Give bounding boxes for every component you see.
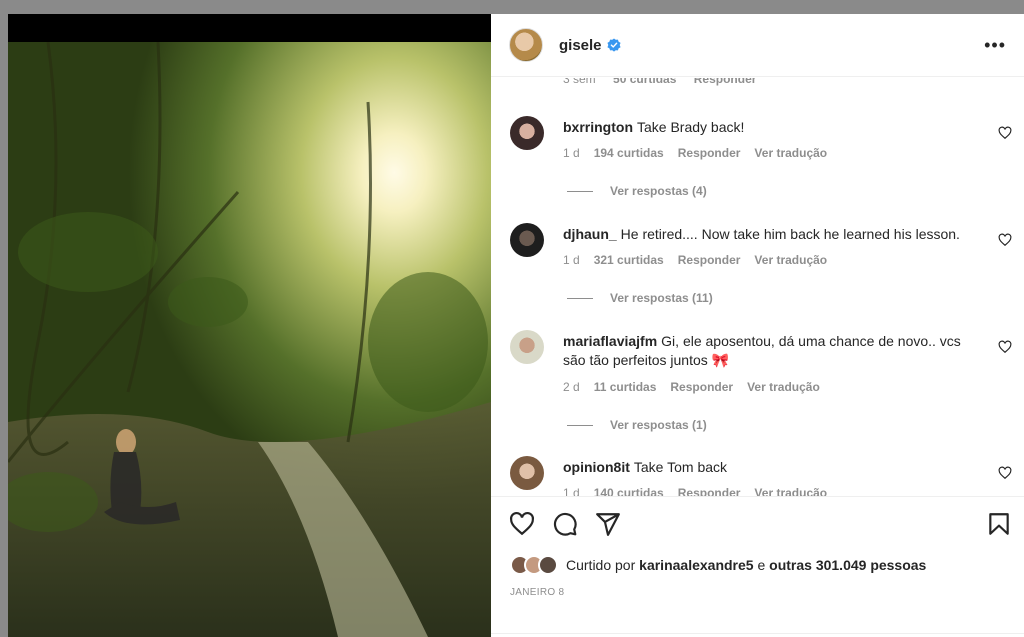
reply-button[interactable]: Responder [670,380,733,394]
comment-bubble-icon[interactable] [552,511,578,537]
browser-backdrop-top [0,0,1024,14]
comment-time: 2 d [563,380,580,394]
view-replies-button[interactable]: Ver respostas (11) [567,291,713,305]
likes-summary: Curtido por karinaalexandre5 e outras 30… [510,555,926,575]
translate-button[interactable]: Ver tradução [754,146,827,160]
commenter-avatar[interactable] [510,456,544,490]
likes-prefix: Curtido por [566,557,636,573]
reply-button[interactable]: Responder [678,146,741,160]
like-comment-heart-icon[interactable] [998,233,1012,247]
comments-list[interactable]: 3 sem 50 curtidas Responder bxrrington Ta… [491,78,1024,496]
liker-avatar [538,555,558,575]
bookmark-save-icon[interactable] [986,511,1012,537]
comment-text: Take Brady back! [637,119,745,135]
like-comment-heart-icon[interactable] [998,340,1012,354]
commenter-username[interactable]: bxrrington [563,119,633,135]
post-media[interactable] [8,14,491,637]
author-username[interactable]: gisele [559,37,602,54]
post-actions: Curtido por karinaalexandre5 e outras 30… [491,496,1024,637]
comment-time: 1 d [563,486,580,496]
comment-likes[interactable]: 11 curtidas [594,380,657,394]
post-header: gisele ••• [491,14,1024,77]
replies-divider [567,424,593,426]
comment-time: 1 d [563,146,580,160]
commenter-username[interactable]: mariaflaviajfm [563,333,657,349]
translate-button[interactable]: Ver tradução [754,486,827,496]
like-comment-heart-icon[interactable] [998,126,1012,140]
comment-time: 1 d [563,253,580,267]
comment-likes[interactable]: 50 curtidas [613,78,676,86]
view-replies-button[interactable]: Ver respostas (4) [567,184,707,198]
likes-connector: e [757,557,766,573]
more-horizontal-icon[interactable]: ••• [984,36,1006,54]
replies-divider [567,190,593,192]
share-send-icon[interactable] [595,511,621,537]
commenter-username[interactable]: djhaun_ [563,226,617,242]
like-heart-icon[interactable] [509,511,535,537]
commenter-avatar[interactable] [510,223,544,257]
reply-button[interactable]: Responder [694,78,757,86]
commenter-username[interactable]: opinion8it [563,459,630,475]
comment-text: He retired.... Now take him back he lear… [620,226,960,242]
post-photo [8,42,491,637]
reply-button[interactable]: Responder [678,486,741,496]
comment-time: 3 sem [563,78,596,86]
author-avatar[interactable] [509,28,543,62]
comment-likes[interactable]: 321 curtidas [594,253,664,267]
translate-button[interactable]: Ver tradução [747,380,820,394]
post-sidebar: gisele ••• 3 sem 50 curtidas Responder b… [491,14,1024,637]
comment-likes[interactable]: 140 curtidas [594,486,664,496]
comment-text: Take Tom back [633,459,728,475]
liker-avatars[interactable] [510,555,558,575]
add-comment-area[interactable] [491,633,1024,637]
commenter-avatar[interactable] [510,330,544,364]
likes-others-count[interactable]: outras 301.049 pessoas [769,557,926,573]
replies-divider [567,297,593,299]
reply-button[interactable]: Responder [678,253,741,267]
previous-comment-meta: 3 sem 50 curtidas Responder [563,78,756,92]
view-replies-button[interactable]: Ver respostas (1) [567,418,707,432]
post-date[interactable]: JANEIRO 8 [510,587,564,598]
like-comment-heart-icon[interactable] [998,466,1012,480]
liker-username[interactable]: karinaalexandre5 [639,557,753,573]
translate-button[interactable]: Ver tradução [754,253,827,267]
commenter-avatar[interactable] [510,116,544,150]
browser-backdrop-left [0,14,8,637]
comment-likes[interactable]: 194 curtidas [594,146,664,160]
verified-badge-icon [606,38,621,52]
